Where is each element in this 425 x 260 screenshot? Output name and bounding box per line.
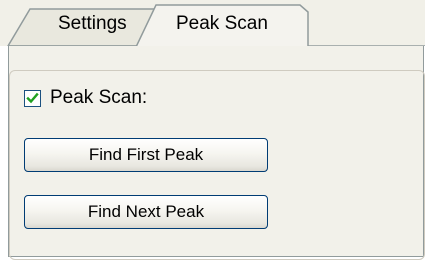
checkmark-icon [26, 92, 39, 104]
peak-scan-checkbox[interactable] [24, 90, 41, 107]
find-next-peak-button[interactable]: Find Next Peak [24, 195, 268, 229]
tab-settings[interactable]: Settings [58, 13, 127, 35]
tab-strip: Settings Peak Scan [0, 0, 425, 46]
peak-scan-checkbox-label[interactable]: Peak Scan: [50, 87, 147, 109]
tab-peak-scan[interactable]: Peak Scan [176, 13, 268, 35]
find-first-peak-button[interactable]: Find First Peak [24, 138, 268, 172]
